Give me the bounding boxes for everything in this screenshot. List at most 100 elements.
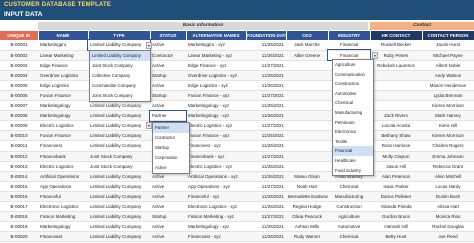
cell-status[interactable]: Active [150, 191, 186, 203]
cell-contact-person[interactable]: Michael Payne [422, 50, 474, 61]
cell-status[interactable]: Active [150, 100, 186, 112]
cell-status[interactable]: Active [150, 221, 186, 233]
cell-ceo[interactable] [286, 100, 328, 112]
cell-status[interactable]: Contractor [150, 50, 186, 61]
cell-hr-contact[interactable]: Yolanda Pineda [370, 201, 422, 213]
cell-foundation-date[interactable]: 11/27/2021 [246, 151, 286, 162]
cell-foundation-date[interactable]: 11/25/2021 [246, 221, 286, 233]
cell-unique-id[interactable]: B-00011 [0, 140, 38, 152]
industry-option[interactable]: Food industry [333, 166, 373, 176]
cell-name[interactable]: Marketingology [38, 100, 88, 112]
cell-alternative-names[interactable]: Marketingology - xyz [186, 110, 246, 122]
type-option[interactable]: Collective Company [90, 71, 150, 81]
col-header-type[interactable]: TYPE [88, 31, 151, 40]
cell-ceo[interactable]: Ashton Mills [286, 221, 328, 233]
cell-hr-contact[interactable]: Russell Becker [370, 40, 422, 51]
cell-foundation-date[interactable]: 11/25/2021 [246, 40, 286, 51]
cell-unique-id[interactable]: B-00005 [0, 80, 38, 91]
cell-alternative-names[interactable]: Electric Logistics - xyz [186, 161, 246, 172]
cell-contact-person[interactable]: Mason Henderson [422, 80, 474, 91]
cell-name[interactable]: Fission Marketing [38, 211, 88, 223]
cell-unique-id[interactable]: B-00001 [0, 40, 38, 51]
cell-alternative-names[interactable]: Financeful - xyz [186, 191, 246, 203]
cell-type[interactable]: Limited Liability Company [88, 191, 150, 203]
cell-ceo[interactable] [286, 161, 328, 172]
cell-type[interactable]: Limited Liability Company [88, 211, 150, 223]
cell-foundation-date[interactable]: 11/25/2021 [246, 161, 286, 172]
cell-alternative-names[interactable]: Marketingology - xyz [186, 221, 246, 233]
cell-industry[interactable]: Manufacturing [328, 191, 370, 203]
cell-type[interactable]: Limited Liability Company [88, 181, 150, 192]
cell-hr-contact[interactable] [370, 90, 422, 102]
cell-ceo[interactable] [286, 110, 328, 122]
cell-status[interactable]: Active [150, 181, 186, 192]
cell-name[interactable]: Linear Marketing [38, 50, 88, 61]
cell-name[interactable]: Artificial Operations [38, 171, 88, 182]
cell-foundation-date[interactable]: 11/27/2021 [246, 120, 286, 132]
cell-hr-contact[interactable]: Jason Hill [370, 161, 422, 172]
cell-foundation-date[interactable]: 11/26/2021 [246, 80, 286, 91]
cell-foundation-date[interactable]: 11/27/2021 [246, 90, 286, 102]
cell-type[interactable]: Limited Liability Company [88, 171, 150, 182]
cell-type[interactable]: Limited Liability Company [88, 140, 150, 152]
cell-status[interactable]: Partner [149, 109, 187, 122]
cell-ceo[interactable] [286, 90, 328, 102]
cell-alternative-names[interactable]: Fission Marketing - xyz [186, 211, 246, 223]
cell-name[interactable]: Edge Finance [38, 60, 88, 71]
col-header-unique-id[interactable]: UNIQUE ID [0, 31, 39, 40]
type-option[interactable]: Joint Stock Company [90, 61, 150, 71]
cell-ceo[interactable]: Olivia Peacock [286, 211, 328, 223]
cell-unique-id[interactable]: B-00019 [0, 221, 38, 233]
industry-option[interactable]: Agriculture [333, 60, 373, 70]
industry-option[interactable]: Electronics [333, 127, 373, 137]
cell-name[interactable]: App Operations [38, 181, 88, 192]
cell-alternative-names[interactable]: App Operations - xyz [186, 181, 246, 192]
cell-unique-id[interactable]: B-00020 [0, 231, 38, 243]
cell-alternative-names[interactable]: Overdrive Logistics - xyz [186, 70, 246, 81]
cell-unique-id[interactable]: B-00012 [0, 151, 38, 162]
cell-foundation-date[interactable]: 11/26/2021 [246, 50, 286, 61]
cell-alternative-names[interactable]: Financeest - xyz [186, 140, 246, 152]
cell-alternative-names[interactable]: Financebank - xyz [186, 151, 246, 162]
col-header-status[interactable]: STATUS [150, 31, 187, 40]
col-header-foundation-date[interactable]: FOUNDATION DATE [246, 31, 287, 40]
cell-foundation-date[interactable]: 11/25/2021 [246, 191, 286, 203]
cell-unique-id[interactable]: B-00010 [0, 130, 38, 142]
cell-ceo[interactable]: Noah Hart [286, 181, 328, 192]
cell-hr-contact[interactable]: Hannah Hill [370, 221, 422, 233]
type-option[interactable]: Commandite Company [90, 81, 150, 91]
cell-status[interactable]: Active [150, 231, 186, 243]
cell-ceo[interactable]: Regina Hodge [286, 201, 328, 213]
cell-unique-id[interactable]: B-00017 [0, 201, 38, 213]
cell-contact-person[interactable]: Rebecca Grant [422, 161, 474, 172]
type-dropdown-arrow-icon[interactable]: ▾ [146, 42, 152, 49]
cell-ceo[interactable] [286, 151, 328, 162]
cell-ceo[interactable] [286, 70, 328, 81]
status-option[interactable]: Contractor [153, 133, 189, 143]
cell-alternative-names[interactable]: Financeast - xyz [186, 231, 246, 243]
status-option[interactable]: Corporation [153, 153, 189, 163]
industry-option[interactable]: Financial [333, 146, 373, 156]
cell-name[interactable]: Marketingpro [38, 40, 88, 51]
cell-hr-contact[interactable] [370, 100, 422, 112]
cell-foundation-date[interactable]: 11/27/2021 [246, 211, 286, 223]
cell-type[interactable]: Limited Liability Company [88, 130, 150, 142]
cell-alternative-names[interactable]: Marketingpro - xyz [186, 40, 246, 51]
cell-contact-person[interactable]: Dustin Bush [422, 191, 474, 203]
cell-contact-person[interactable]: Charles Rogers [422, 140, 474, 152]
cell-contact-person[interactable]: Lydia Brennan [422, 90, 474, 102]
cell-contact-person[interactable]: Jacob Hurst [422, 40, 474, 51]
cell-name[interactable]: Electric Logistics [38, 161, 88, 172]
cell-alternative-names[interactable]: Edge Finance - xyz [186, 60, 246, 71]
cell-contact-person[interactable]: Monica Rios [422, 211, 474, 223]
col-header-name[interactable]: NAME [38, 31, 89, 40]
cell-contact-person[interactable]: Alissa Hart [422, 201, 474, 213]
cell-status[interactable]: Startup [150, 90, 186, 102]
cell-type[interactable]: Limited Liability Company [87, 38, 151, 52]
cell-alternative-names[interactable]: Electric Logistics - xyz [186, 120, 246, 132]
cell-foundation-date[interactable]: 11/25/2021 [246, 130, 286, 142]
cell-status[interactable]: Active [150, 60, 186, 71]
col-header-hr-contact[interactable]: HR CONTACT [370, 31, 423, 40]
cell-hr-contact[interactable]: Lacota Acosta [370, 120, 422, 132]
cell-foundation-date[interactable]: 11/27/2021 [246, 181, 286, 192]
